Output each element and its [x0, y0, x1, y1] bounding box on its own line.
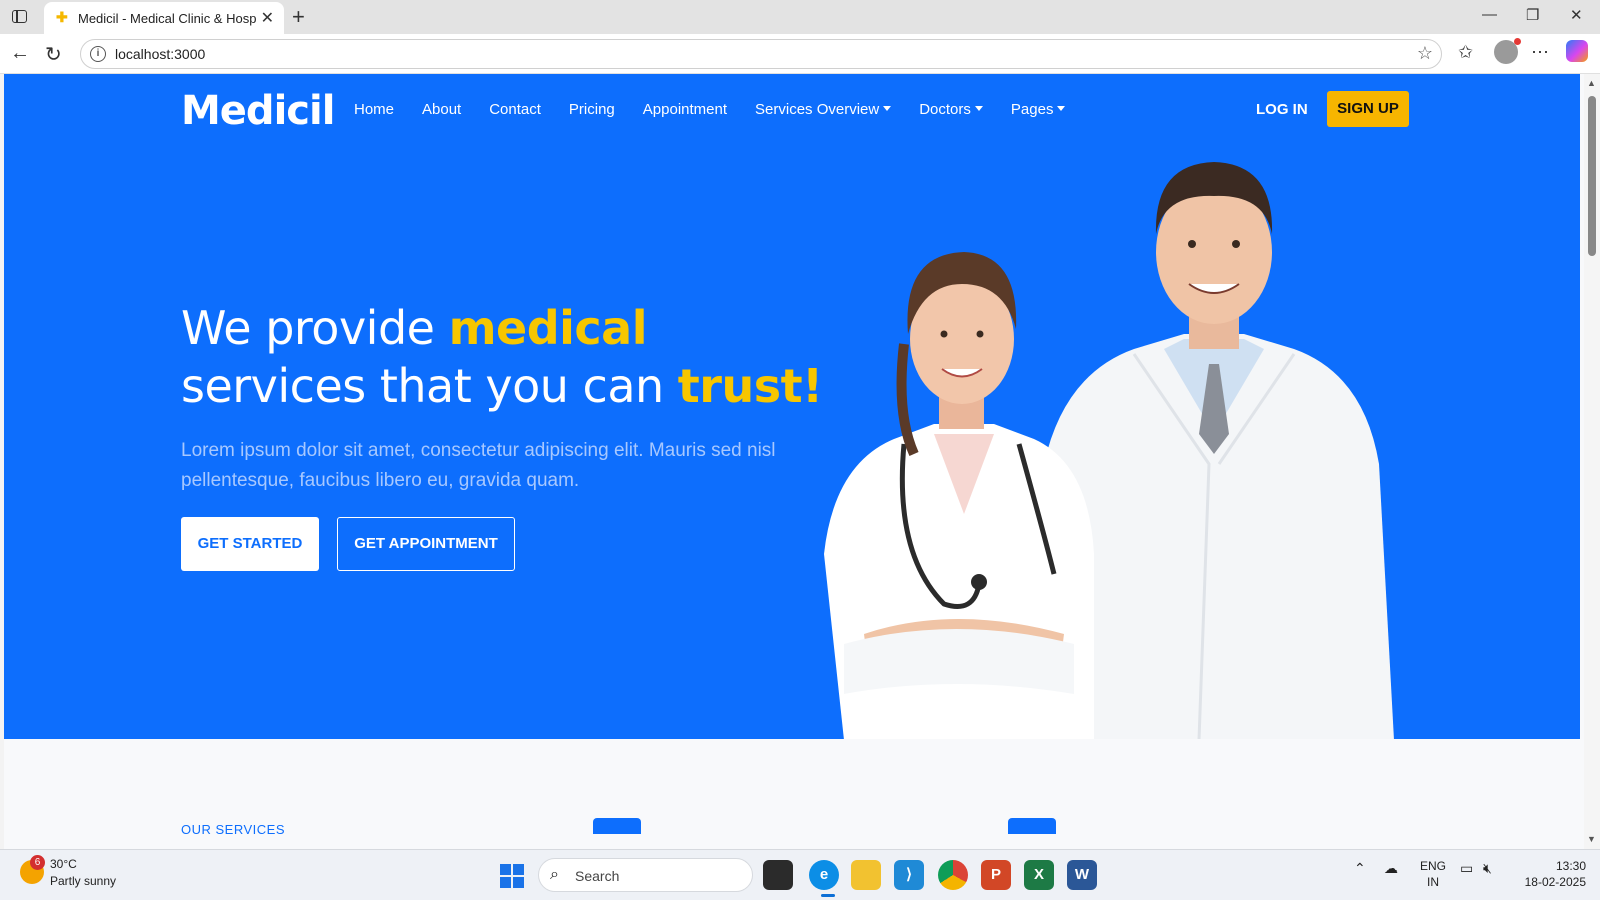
address-toolbar: ← ↻ i localhost:3000 ☆ ✩ ⋯ [0, 34, 1600, 74]
address-bar[interactable]: i localhost:3000 ☆ [80, 39, 1442, 69]
nav-home[interactable]: Home [354, 101, 394, 118]
network-icon[interactable]: ▭ [1460, 860, 1473, 877]
active-app-indicator [821, 894, 835, 897]
onedrive-icon[interactable]: ☁ [1384, 860, 1398, 877]
scrollbar-thumb[interactable] [1588, 96, 1596, 256]
reload-icon[interactable]: ↻ [45, 42, 62, 67]
hero-headline: We provide medical services that you can… [181, 299, 823, 415]
show-hidden-icons[interactable]: ⌃ [1354, 860, 1366, 877]
word-glyph: W [1074, 866, 1090, 883]
profile-avatar[interactable] [1494, 38, 1521, 64]
nav-about[interactable]: About [422, 101, 461, 118]
get-appointment-button[interactable]: GET APPOINTMENT [337, 517, 515, 571]
lang-code: ENG [1420, 859, 1447, 873]
scroll-up-icon[interactable]: ▲ [1587, 78, 1596, 88]
system-clock[interactable]: 13:30 18-02-2025 [1518, 858, 1586, 890]
service-card-icon [1008, 818, 1056, 834]
taskbar-search-placeholder: Search [575, 868, 620, 884]
nav-pages-label: Pages [1010, 101, 1054, 118]
copilot-icon[interactable] [1566, 40, 1588, 62]
url-text[interactable]: localhost:3000 [115, 46, 205, 62]
nav-pages-dropdown[interactable]: Pages [1011, 101, 1066, 118]
word-icon[interactable]: W [1067, 860, 1097, 890]
nav-appointment[interactable]: Appointment [643, 101, 727, 118]
headline-line2-text: services that you can [181, 359, 678, 413]
nav-doctors-label: Doctors [919, 101, 971, 118]
scroll-down-icon[interactable]: ▼ [1587, 834, 1596, 844]
services-section-label: OUR SERVICES [181, 822, 286, 837]
nav-pricing[interactable]: Pricing [569, 101, 615, 118]
favicon-icon: ✚ [56, 9, 68, 25]
windows-taskbar: 6 30°C Partly sunny ⌕ Search e ⟩ P X W ⌃… [0, 849, 1600, 900]
close-window-icon[interactable]: ✕ [1570, 6, 1583, 24]
close-tab-icon[interactable]: ✕ [261, 8, 274, 28]
edge-browser-icon[interactable]: e [809, 860, 839, 890]
vscode-glyph: ⟩ [906, 866, 912, 883]
favorites-icon[interactable]: ✩ [1458, 42, 1473, 63]
site-info-icon[interactable]: i [90, 46, 106, 62]
clock-time: 13:30 [1555, 859, 1586, 873]
minimize-icon[interactable]: — [1482, 6, 1497, 23]
restore-icon[interactable]: ❐ [1526, 6, 1539, 24]
doctors-hero-image [824, 162, 1394, 739]
page-scrollbar[interactable]: ▲ ▼ [1584, 74, 1600, 849]
login-link[interactable]: LOG IN [1256, 101, 1308, 118]
powerpoint-glyph: P [990, 866, 1001, 883]
vscode-icon[interactable]: ⟩ [894, 860, 924, 890]
signup-button[interactable]: SIGN UP [1327, 91, 1409, 127]
weather-badge: 6 [30, 855, 45, 870]
clock-date: 18-02-2025 [1524, 875, 1586, 889]
excel-icon[interactable]: X [1024, 860, 1054, 890]
volume-muted-icon[interactable]: 🔇︎ [1483, 860, 1492, 877]
nav-services-overview-label: Services Overview [755, 101, 880, 118]
chrome-icon[interactable] [938, 860, 968, 890]
lang-region: IN [1427, 875, 1439, 889]
powerpoint-icon[interactable]: P [981, 860, 1011, 890]
nav-contact[interactable]: Contact [489, 101, 541, 118]
nav-services-overview-dropdown[interactable]: Services Overview [755, 101, 891, 118]
weather-description[interactable]: Partly sunny [50, 874, 116, 888]
taskbar-search[interactable]: ⌕ Search [538, 858, 753, 892]
hero-description: Lorem ipsum dolor sit amet, consectetur … [181, 440, 776, 491]
browser-tabbar: ✚ Medicil - Medical Clinic & Hospital ✕ … [0, 0, 1600, 34]
tab-actions-icon[interactable] [12, 10, 27, 23]
start-button[interactable] [500, 864, 524, 888]
new-tab-icon[interactable]: + [292, 4, 305, 30]
site-logo[interactable]: Medicil [181, 88, 335, 134]
language-indicator[interactable]: ENG IN [1420, 858, 1446, 890]
page-viewport: Medicil Home About Contact Pricing Appoi… [4, 74, 1584, 849]
hero-section: Medicil Home About Contact Pricing Appoi… [4, 74, 1580, 739]
tab-title: Medicil - Medical Clinic & Hospital [78, 11, 256, 26]
weather-temperature[interactable]: 30°C [50, 857, 77, 871]
main-nav: Home About Contact Pricing Appointment S… [354, 101, 1093, 118]
more-menu-icon[interactable]: ⋯ [1531, 42, 1549, 63]
headline-line1-accent: medical [448, 301, 648, 355]
favorite-star-icon[interactable]: ☆ [1417, 43, 1433, 64]
headline-line1-text: We provide [181, 301, 449, 355]
browser-tab[interactable]: ✚ Medicil - Medical Clinic & Hospital ✕ [44, 2, 284, 34]
task-view-icon[interactable] [763, 860, 793, 890]
nav-doctors-dropdown[interactable]: Doctors [919, 101, 983, 118]
service-card-icon [593, 818, 641, 834]
headline-line2-accent: trust! [677, 359, 823, 413]
back-icon[interactable]: ← [10, 42, 30, 65]
excel-glyph: X [1033, 866, 1044, 883]
edge-glyph: e [819, 866, 829, 883]
file-explorer-icon[interactable] [851, 860, 881, 890]
search-icon: ⌕ [550, 866, 559, 883]
get-started-button[interactable]: GET STARTED [181, 517, 319, 571]
